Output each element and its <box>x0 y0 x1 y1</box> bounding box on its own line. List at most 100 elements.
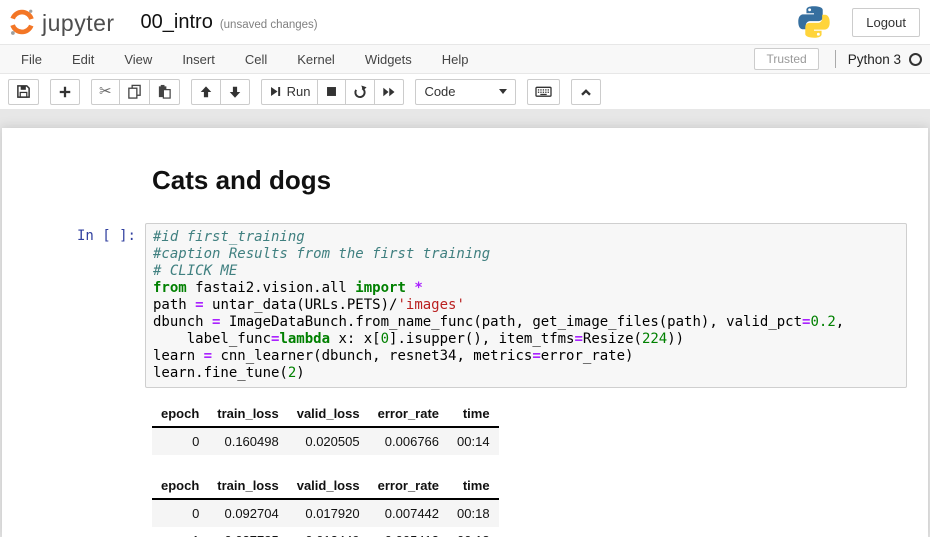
logout-button[interactable]: Logout <box>852 8 920 37</box>
markdown-prompt <box>2 165 145 196</box>
code-line: from fastai2.vision.all import * <box>153 280 899 297</box>
checkpoint-status: (unsaved changes) <box>220 19 318 31</box>
header: jupyter 00_intro (unsaved changes) Logou… <box>0 0 930 44</box>
table-row: 00.0927040.0179200.00744200:18 <box>152 499 499 527</box>
code-editor[interactable]: #id first_training#caption Results from … <box>145 223 907 388</box>
kernel-name: Python 3 <box>848 52 901 67</box>
keyboard-icon <box>535 84 552 99</box>
menu-bar-items: FileEditViewInsertCellKernelWidgetsHelp <box>6 45 484 73</box>
chevron-up-button[interactable] <box>571 79 601 105</box>
input-prompt: In [ ]: <box>2 223 145 537</box>
code-line: #caption Results from the first training <box>153 246 899 263</box>
python-logo-icon <box>798 6 830 38</box>
chevron-up-icon <box>579 85 593 99</box>
code-line: label_func=lambda x: x[0].isupper(), ite… <box>153 331 899 348</box>
table-header-cell: epoch <box>152 401 208 427</box>
table-header-cell: epoch <box>152 473 208 499</box>
step-forward-icon <box>269 85 282 98</box>
output-table: epochtrain_lossvalid_losserror_ratetime0… <box>152 401 499 455</box>
table-header-cell: error_rate <box>369 401 448 427</box>
menu-bar: FileEditViewInsertCellKernelWidgetsHelp … <box>0 44 930 74</box>
arrow-up-icon <box>199 85 213 99</box>
floppy-icon <box>16 84 31 99</box>
caret-down-icon <box>499 89 507 94</box>
arrow-down-icon <box>228 85 242 99</box>
jupyter-logo-icon <box>8 8 36 36</box>
table-cell: 00:14 <box>448 427 499 455</box>
table-cell: 00:18 <box>448 527 499 537</box>
move-cell-down-button[interactable] <box>220 79 250 105</box>
notebook-container: Cats and dogs In [ ]: #id first_training… <box>2 128 928 537</box>
interrupt-kernel-button[interactable] <box>317 79 346 105</box>
scissors-icon: ✂ <box>99 84 112 99</box>
move-cell-up-button[interactable] <box>191 79 221 105</box>
table-header-row: epochtrain_lossvalid_losserror_ratetime <box>152 473 499 499</box>
jupyter-logo[interactable]: jupyter <box>8 8 115 37</box>
cell-type-value: Code <box>424 84 455 99</box>
table-cell: 1 <box>152 527 208 537</box>
menu-item-insert[interactable]: Insert <box>167 45 230 73</box>
notebook-title[interactable]: 00_intro <box>141 11 213 34</box>
menu-item-kernel[interactable]: Kernel <box>282 45 350 73</box>
table-cell: 0 <box>152 427 208 455</box>
run-button[interactable]: Run <box>261 79 319 105</box>
restart-kernel-button[interactable] <box>345 79 375 105</box>
table-cell: 0.020505 <box>288 427 369 455</box>
table-header-cell: valid_loss <box>288 401 369 427</box>
table-cell: 0.005413 <box>369 527 448 537</box>
table-cell: 0.012449 <box>288 527 369 537</box>
table-cell: 0.027785 <box>208 527 287 537</box>
menu-item-help[interactable]: Help <box>427 45 484 73</box>
menu-item-widgets[interactable]: Widgets <box>350 45 427 73</box>
code-line: learn.fine_tune(2) <box>153 365 899 382</box>
table-cell: 0.017920 <box>288 499 369 527</box>
code-line: dbunch = ImageDataBunch.from_name_func(p… <box>153 314 899 331</box>
menu-item-edit[interactable]: Edit <box>57 45 109 73</box>
cut-cell-button[interactable]: ✂ <box>91 79 120 105</box>
notebook-site: Cats and dogs In [ ]: #id first_training… <box>0 109 930 537</box>
refresh-icon <box>353 85 367 99</box>
command-palette-button[interactable] <box>527 79 560 105</box>
kernel-status-icon <box>909 53 922 66</box>
table-header-cell: train_loss <box>208 401 287 427</box>
insert-cell-button[interactable] <box>50 79 80 105</box>
code-line: #id first_training <box>153 229 899 246</box>
run-label: Run <box>287 84 311 99</box>
restart-run-all-button[interactable] <box>374 79 404 105</box>
cell-outputs: epochtrain_lossvalid_losserror_ratetime0… <box>145 401 907 537</box>
table-cell: 0.007442 <box>369 499 448 527</box>
table-cell: 00:18 <box>448 499 499 527</box>
menu-item-view[interactable]: View <box>109 45 167 73</box>
app-name: jupyter <box>42 10 115 37</box>
plus-icon <box>58 85 72 99</box>
save-button[interactable] <box>8 79 39 105</box>
table-header-cell: train_loss <box>208 473 287 499</box>
cell-type-dropdown[interactable]: Code <box>415 79 516 105</box>
toolbar: ✂ <box>0 74 930 109</box>
table-row: 10.0277850.0124490.00541300:18 <box>152 527 499 537</box>
table-cell: 0.092704 <box>208 499 287 527</box>
table-cell: 0.006766 <box>369 427 448 455</box>
code-line: path = untar_data(URLs.PETS)/'images' <box>153 297 899 314</box>
trusted-badge[interactable]: Trusted <box>754 48 818 70</box>
copy-cell-button[interactable] <box>119 79 150 105</box>
code-line: # CLICK ME <box>153 263 899 280</box>
paste-cell-button[interactable] <box>149 79 180 105</box>
fast-forward-icon <box>382 85 396 99</box>
menu-item-file[interactable]: File <box>6 45 57 73</box>
markdown-cell[interactable]: Cats and dogs <box>2 165 928 196</box>
code-cell: In [ ]: #id first_training#caption Resul… <box>2 223 928 537</box>
table-header-cell: time <box>448 401 499 427</box>
copy-icon <box>127 84 142 99</box>
table-cell: 0.160498 <box>208 427 287 455</box>
output-table: epochtrain_lossvalid_losserror_ratetime0… <box>152 473 499 537</box>
table-cell: 0 <box>152 499 208 527</box>
table-header-cell: time <box>448 473 499 499</box>
stop-icon <box>325 85 338 98</box>
code-line: learn = cnn_learner(dbunch, resnet34, me… <box>153 348 899 365</box>
table-row: 00.1604980.0205050.00676600:14 <box>152 427 499 455</box>
table-header-cell: error_rate <box>369 473 448 499</box>
paste-icon <box>157 84 172 99</box>
menu-item-cell[interactable]: Cell <box>230 45 282 73</box>
table-header-row: epochtrain_lossvalid_losserror_ratetime <box>152 401 499 427</box>
